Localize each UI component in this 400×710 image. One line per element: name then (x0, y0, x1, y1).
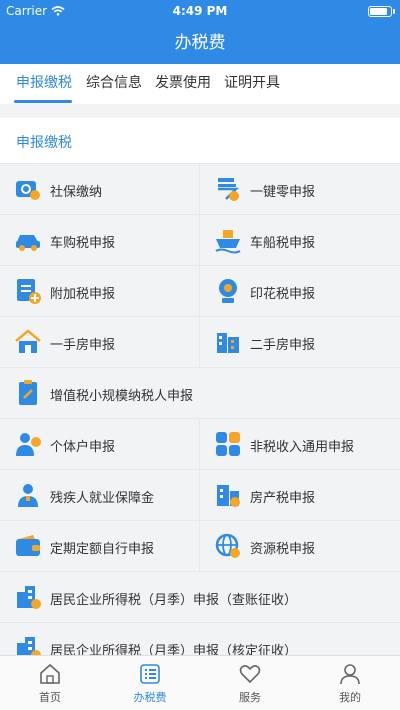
vat-icon (19, 380, 37, 405)
item-label: 残疾人就业保障金 (50, 491, 155, 506)
item-social-insurance[interactable]: 社保缴纳 (0, 164, 200, 215)
item-second-house[interactable]: 二手房申报 (200, 317, 400, 368)
tab-strip: 申报缴税 综合信息 发票使用 证明开具 (0, 64, 400, 104)
item-label: 定期定额自行申报 (50, 542, 155, 557)
zero-declaration-icon (218, 178, 240, 201)
wallet-icon (16, 535, 40, 556)
item-label: 增值税小规模纳税人申报 (50, 389, 194, 404)
vessel-icon (215, 230, 241, 254)
car-purchase-icon (16, 235, 40, 251)
section-title: 申报缴税 (16, 135, 72, 151)
tabbar-label: 办税费 (133, 691, 167, 704)
item-zero-declaration[interactable]: 一键零申报 (200, 164, 400, 215)
user-icon (340, 664, 360, 685)
item-label: 房产税申报 (250, 491, 316, 506)
tabbar-tax-services[interactable]: 办税费 (100, 656, 200, 710)
item-vessel-tax[interactable]: 车船税申报 (200, 215, 400, 266)
page-title: 办税费 (0, 22, 400, 64)
battery-level (370, 8, 388, 15)
enterprise-building-icon (17, 586, 41, 609)
second-house-icon (217, 333, 239, 353)
tab-declare-pay[interactable]: 申报缴税 (16, 64, 72, 104)
item-new-house[interactable]: 一手房申报 (0, 317, 200, 368)
stamp-icon (219, 279, 237, 303)
bottom-tab-bar: 首页 办税费 服务 我的 (0, 655, 400, 710)
item-label: 资源税申报 (250, 542, 316, 557)
active-tab-indicator (14, 100, 72, 103)
tabbar-mine[interactable]: 我的 (300, 656, 400, 710)
item-label: 附加税申报 (50, 287, 116, 302)
item-label: 印花税申报 (250, 287, 316, 302)
item-car-purchase[interactable]: 车购税申报 (0, 215, 200, 266)
item-label: 一键零申报 (250, 185, 316, 200)
tab-invoice-use[interactable]: 发票使用 (155, 64, 211, 104)
globe-icon (215, 533, 240, 558)
item-disability-employment[interactable]: 残疾人就业保障金 (0, 470, 200, 521)
item-label: 个体户申报 (50, 440, 116, 455)
item-enterprise-income-audit[interactable]: 居民企业所得税（月季）申报（查账征收） (0, 572, 400, 623)
item-label: 社保缴纳 (50, 185, 103, 200)
tabbar-label: 首页 (39, 691, 61, 704)
tabbar-services[interactable]: 服务 (200, 656, 300, 710)
list-icon (140, 664, 160, 684)
home-icon (40, 663, 60, 684)
battery-icon (368, 6, 395, 17)
tab-certificate[interactable]: 证明开具 (224, 64, 280, 104)
status-bar: Carrier 4:49 PM (0, 0, 400, 22)
social-insurance-icon (16, 181, 40, 200)
item-non-tax-income[interactable]: 非税收入通用申报 (200, 419, 400, 470)
tab-general-info[interactable]: 综合信息 (86, 64, 142, 104)
disability-employment-icon (18, 484, 38, 507)
status-time: 4:49 PM (172, 4, 228, 18)
surcharge-icon (17, 279, 41, 304)
new-house-icon (15, 329, 41, 353)
item-label: 居民企业所得税（月季）申报（查账征收） (50, 593, 298, 608)
item-vat-small-taxpayer[interactable]: 增值税小规模纳税人申报 (0, 368, 400, 419)
non-tax-income-icon (216, 432, 240, 456)
tabbar-label: 我的 (339, 691, 361, 704)
item-stamp-tax[interactable]: 印花税申报 (200, 266, 400, 317)
item-resource-tax[interactable]: 资源税申报 (200, 521, 400, 572)
item-label: 二手房申报 (250, 338, 316, 353)
item-property-tax[interactable]: 房产税申报 (200, 470, 400, 521)
property-tax-icon (217, 485, 240, 507)
item-individual-business[interactable]: 个体户申报 (0, 419, 200, 470)
tabbar-home[interactable]: 首页 (0, 656, 100, 710)
item-label: 一手房申报 (50, 338, 116, 353)
item-surcharge-tax[interactable]: 附加税申报 (0, 266, 200, 317)
individual-business-icon (16, 433, 41, 456)
item-fixed-quota[interactable]: 定期定额自行申报 (0, 521, 200, 572)
item-label: 非税收入通用申报 (250, 440, 355, 455)
heart-icon (239, 665, 261, 684)
item-label: 车船税申报 (250, 236, 316, 251)
tabbar-label: 服务 (239, 691, 261, 704)
section-header: 申报缴税 (0, 118, 400, 164)
item-label: 车购税申报 (50, 236, 116, 251)
